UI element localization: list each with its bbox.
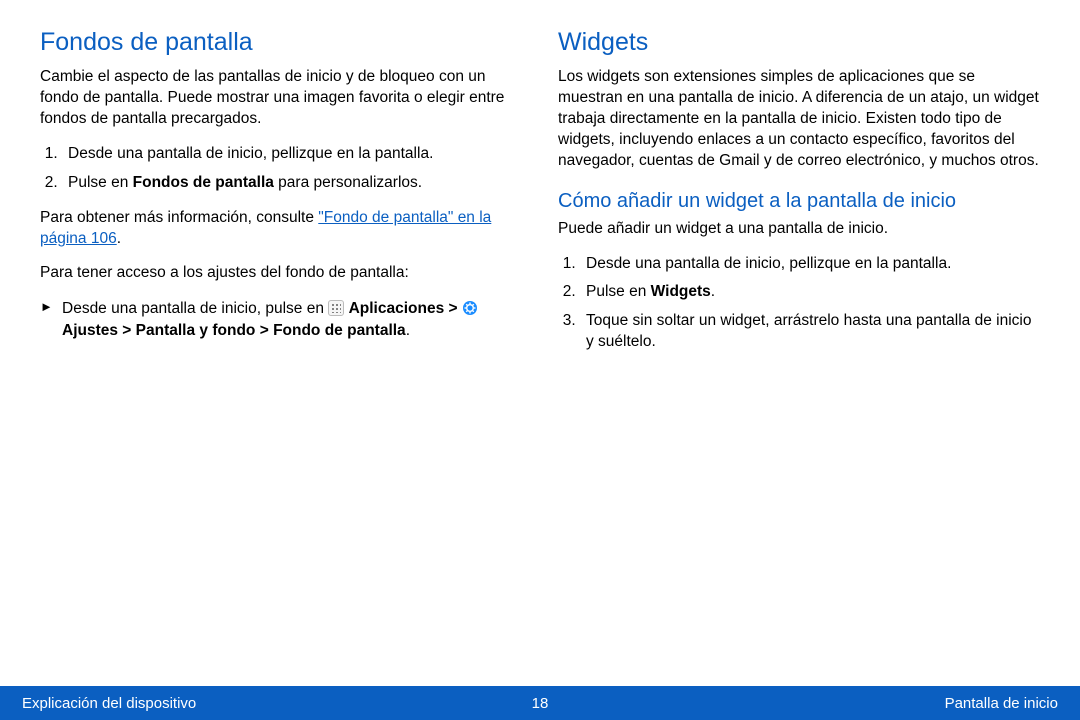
bullet-apps: Aplicaciones [349, 300, 445, 317]
wstep-2: Pulse en Widgets. [580, 282, 1040, 303]
right-column: Widgets Los widgets son extensiones simp… [558, 28, 1040, 367]
footer-page-number: 18 [532, 695, 549, 712]
step2-bold: Fondos de pantalla [133, 174, 274, 191]
steps-widgets: Desde una pantalla de inicio, pellizque … [558, 254, 1040, 354]
heading-widgets: Widgets [558, 28, 1040, 57]
heading-fondos: Fondos de pantalla [40, 28, 522, 57]
access-settings: Para tener acceso a los ajustes del fond… [40, 263, 522, 284]
bullet-item: Desde una pantalla de inicio, pulse en A… [62, 298, 522, 341]
bullet-screen: Pantalla y fondo [136, 322, 256, 339]
manual-page: Fondos de pantalla Cambie el aspecto de … [0, 0, 1080, 720]
wstep-3: Toque sin soltar un widget, arrástrelo h… [580, 311, 1040, 353]
content-columns: Fondos de pantalla Cambie el aspecto de … [0, 0, 1080, 367]
step-1: Desde una pantalla de inicio, pellizque … [62, 144, 522, 165]
bullet-sep3: > [255, 322, 273, 339]
apps-icon [328, 300, 344, 316]
bullet-wall: Fondo de pantalla [273, 322, 406, 339]
more-info: Para obtener más información, consulte "… [40, 208, 522, 250]
left-column: Fondos de pantalla Cambie el aspecto de … [40, 28, 522, 367]
intro-widgets: Los widgets son extensiones simples de a… [558, 67, 1040, 172]
wstep2-post: . [711, 283, 715, 300]
step-2: Pulse en Fondos de pantalla para persona… [62, 173, 522, 194]
bullet-sep2: > [118, 322, 136, 339]
steps-fondos: Desde una pantalla de inicio, pellizque … [40, 144, 522, 194]
bullet-settings: Ajustes [62, 322, 118, 339]
bullet-end: . [406, 322, 410, 339]
sub-intro: Puede añadir un widget a una pantalla de… [558, 219, 1040, 240]
gear-icon [462, 300, 478, 316]
wstep2-bold: Widgets [651, 283, 711, 300]
step2-post: para personalizarlos. [274, 174, 422, 191]
bullet-sep1: > [444, 300, 462, 317]
subheading-add-widget: Cómo añadir un widget a la pantalla de i… [558, 190, 1040, 213]
bullet-pre: Desde una pantalla de inicio, pulse en [62, 300, 328, 317]
step2-pre: Pulse en [68, 174, 133, 191]
moreinfo-post: . [117, 230, 121, 247]
intro-fondos: Cambie el aspecto de las pantallas de in… [40, 67, 522, 130]
moreinfo-pre: Para obtener más información, consulte [40, 209, 318, 226]
wstep2-pre: Pulse en [586, 283, 651, 300]
wstep-1: Desde una pantalla de inicio, pellizque … [580, 254, 1040, 275]
bullet-instructions: Desde una pantalla de inicio, pulse en A… [40, 298, 522, 341]
footer-left: Explicación del dispositivo [22, 695, 196, 712]
footer-bar: Explicación del dispositivo 18 Pantalla … [0, 686, 1080, 720]
footer-right: Pantalla de inicio [945, 695, 1058, 712]
